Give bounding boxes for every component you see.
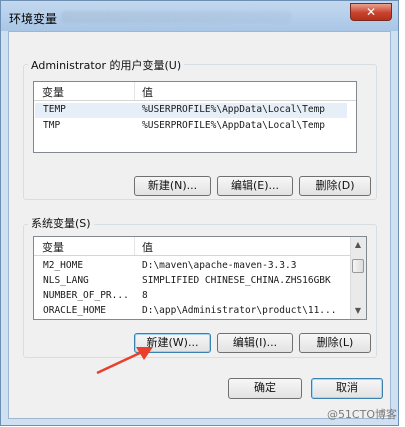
annotation-arrow-icon (96, 347, 153, 375)
environment-variables-dialog: 环境变量 ✕ Administrator 的用户变量(U) 变量 值 TEMP … (0, 0, 399, 426)
watermark: @51CTO博客 (326, 408, 397, 421)
